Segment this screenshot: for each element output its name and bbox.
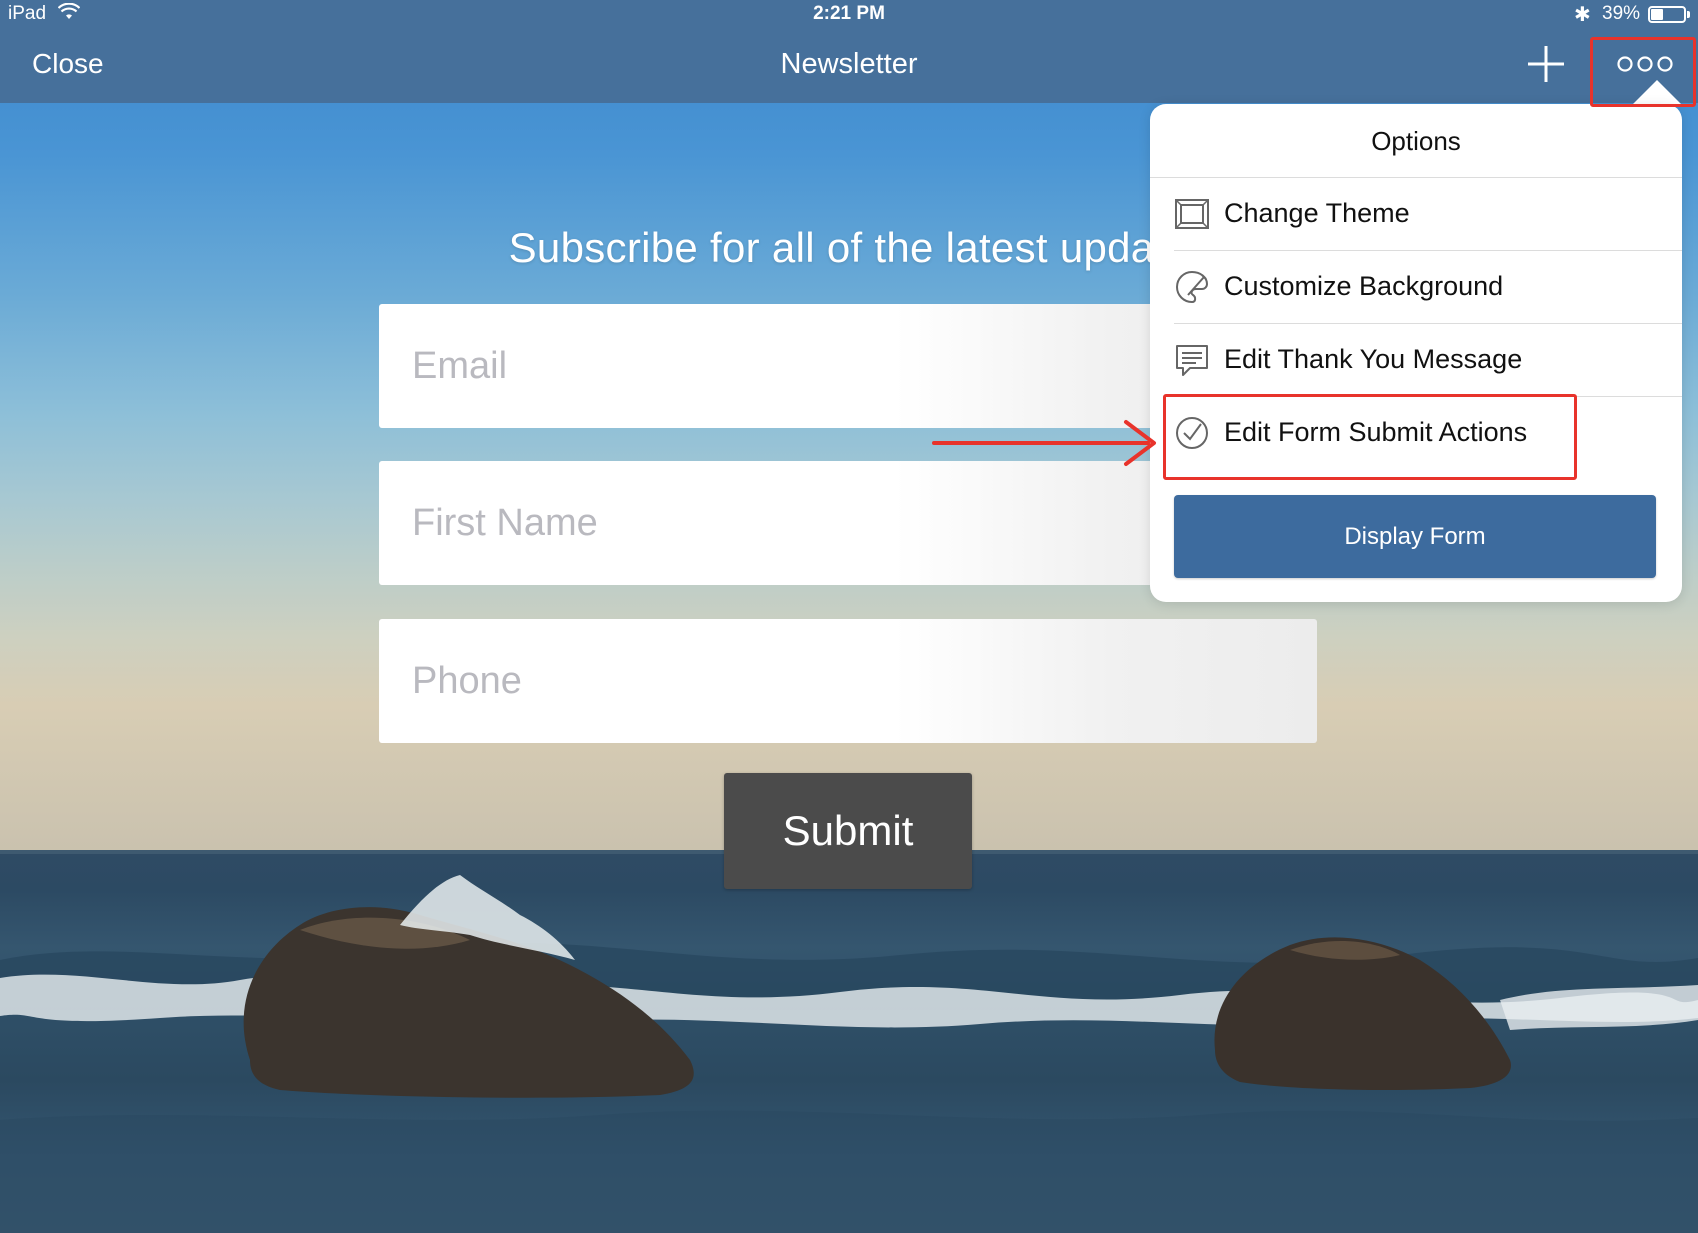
- battery-icon: [1648, 6, 1686, 23]
- submit-button[interactable]: Submit: [724, 773, 972, 889]
- page-title: Newsletter: [780, 48, 918, 80]
- status-bar: iPad 2:21 PM ✱ 39%: [0, 0, 1698, 28]
- menu-item-edit-thank-you-message[interactable]: Edit Thank You Message: [1174, 324, 1682, 396]
- menu-item-label: Edit Thank You Message: [1224, 344, 1523, 374]
- battery-fill: [1651, 9, 1663, 20]
- message-bubble-icon: [1176, 345, 1208, 376]
- plus-icon[interactable]: [1526, 44, 1566, 84]
- annotation-arrow-icon: [932, 420, 1156, 466]
- battery-percent: 39%: [1602, 3, 1641, 24]
- display-form-button[interactable]: Display Form: [1174, 495, 1656, 578]
- theme-frame-icon: [1175, 199, 1209, 229]
- bluetooth-icon: ✱: [1574, 4, 1591, 26]
- menu-item-label: Customize Background: [1224, 271, 1504, 301]
- popover-title: Options: [1371, 126, 1461, 156]
- phone-field[interactable]: Phone: [379, 619, 1317, 743]
- more-options-icon: [1617, 56, 1673, 72]
- annotation-highlight-box: [1163, 394, 1577, 480]
- menu-item-change-theme[interactable]: Change Theme: [1174, 178, 1682, 250]
- menu-item-customize-background[interactable]: Customize Background: [1174, 251, 1682, 323]
- battery-tip: [1687, 11, 1690, 18]
- more-options-button[interactable]: [1590, 37, 1696, 107]
- menu-item-label: Change Theme: [1224, 198, 1410, 228]
- status-time: 2:21 PM: [813, 3, 885, 24]
- palette-brush-icon: [1176, 270, 1209, 304]
